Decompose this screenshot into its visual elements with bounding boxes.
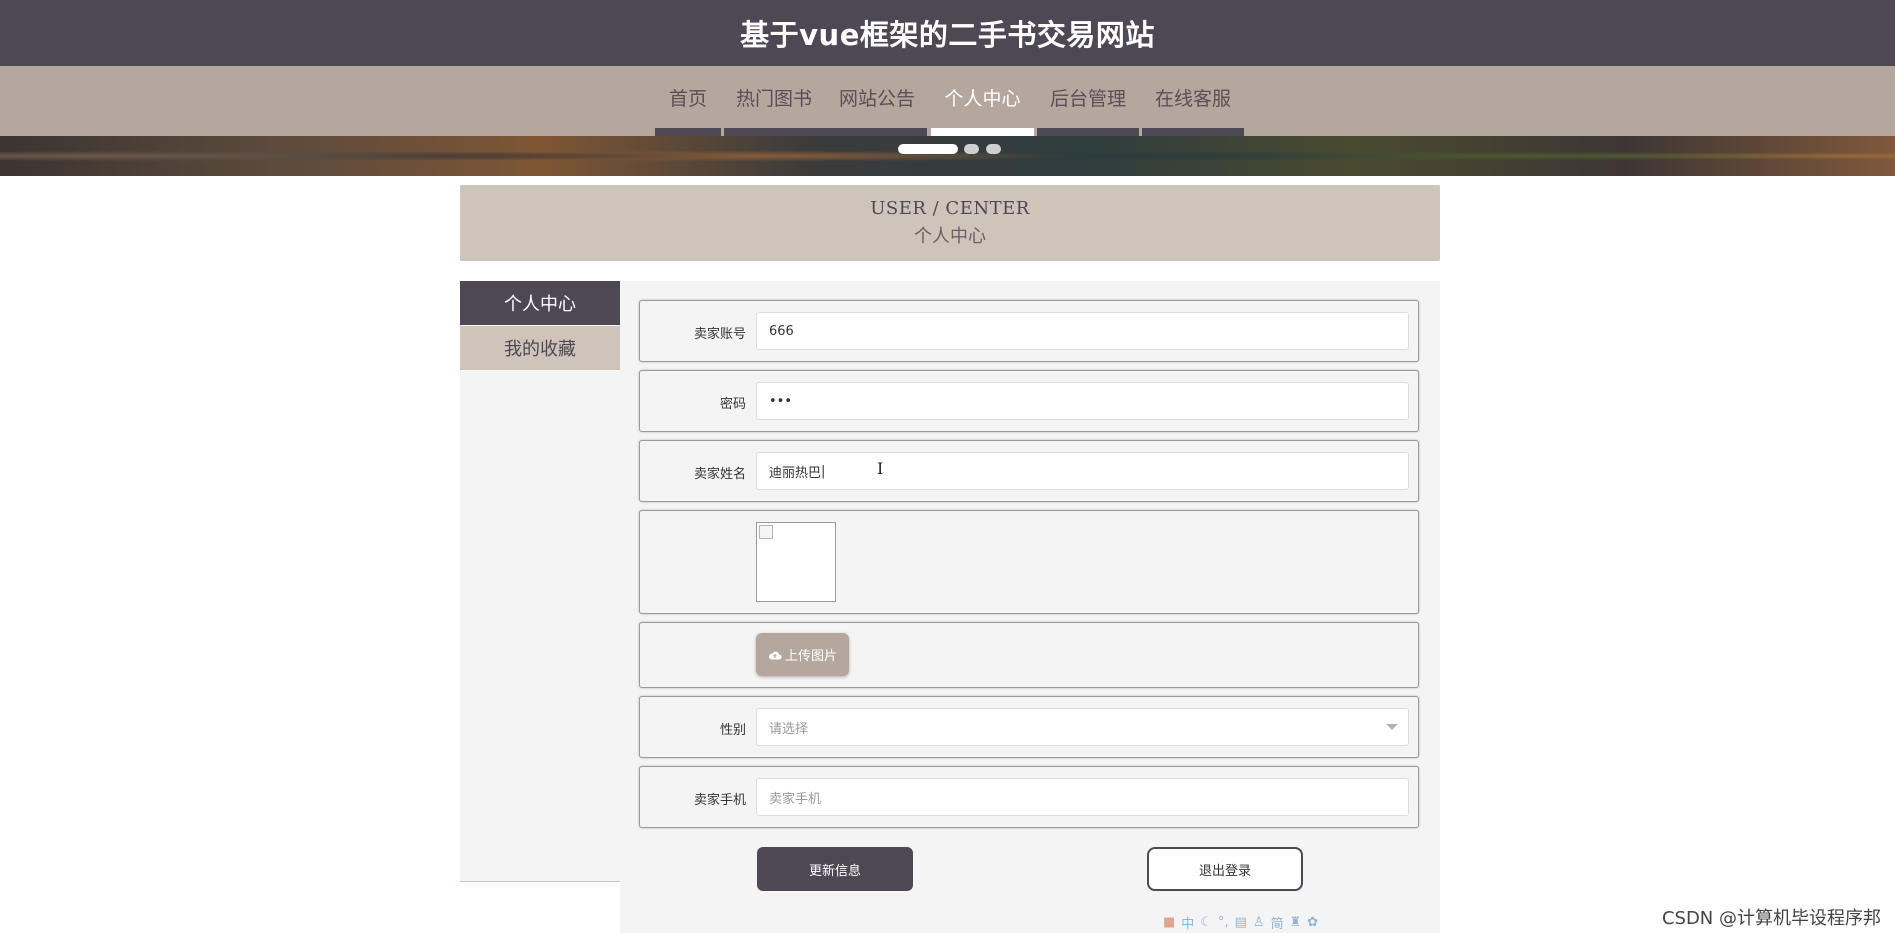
nav-underline xyxy=(724,128,827,136)
nav-underline xyxy=(1142,128,1244,136)
keyboard-icon[interactable]: ▤ xyxy=(1235,915,1247,930)
section-title-cn: 个人中心 xyxy=(914,226,986,247)
password-label: 密码 xyxy=(719,397,746,412)
cloud-upload-icon xyxy=(769,651,782,659)
settings-icon[interactable]: ✿ xyxy=(1307,915,1318,930)
nav-item-label: 首页 xyxy=(668,88,707,110)
account-input[interactable]: 666 xyxy=(756,312,1409,350)
punctuation-icon[interactable]: °, xyxy=(1218,915,1229,930)
user-sidebar: 个人中心 我的收藏 xyxy=(460,281,620,882)
watermark-text: CSDN @计算机毕设程序邦 xyxy=(1661,908,1881,929)
moon-icon[interactable]: ☾ xyxy=(1200,915,1212,930)
nav-item-label: 个人中心 xyxy=(944,88,1021,110)
profile-form: 卖家账号 666 密码 ••• 卖家姓名 迪丽热巴 | I 上传图片 性别 请选择 xyxy=(620,281,1440,933)
ime-logo-icon: ■ xyxy=(1163,914,1176,930)
account-label: 卖家账号 xyxy=(693,327,746,342)
nav-underline xyxy=(931,128,1034,136)
ime-toolbar: ■ 中 ☾ °, ▤ ♙ 简 ♜ ✿ xyxy=(1163,912,1371,932)
nav-item-label: 后台管理 xyxy=(1049,88,1126,110)
form-row-password: 密码 ••• xyxy=(639,370,1419,432)
site-title: 基于vue框架的二手书交易网站 xyxy=(740,18,1155,52)
form-row-account: 卖家账号 666 xyxy=(639,300,1419,362)
main-nav: 首页 热门图书 网站公告 个人中心 后台管理 在线客服 xyxy=(0,66,1895,136)
form-row-upload: 上传图片 xyxy=(639,622,1419,688)
carousel-dot[interactable] xyxy=(898,144,958,154)
broken-image-icon xyxy=(759,525,773,539)
ime-simplified-label[interactable]: 简 xyxy=(1271,913,1284,932)
skin-icon[interactable]: ♜ xyxy=(1290,915,1302,930)
nav-underline xyxy=(1037,128,1139,136)
nav-item-label: 在线客服 xyxy=(1154,88,1231,110)
upload-image-button[interactable]: 上传图片 xyxy=(756,633,849,676)
nav-item-label: 热门图书 xyxy=(735,88,812,110)
name-input-value: 迪丽热巴 xyxy=(769,465,822,481)
sidebar-item-favorites[interactable]: 我的收藏 xyxy=(460,326,620,370)
carousel-indicators xyxy=(0,144,1895,154)
nav-item-admin[interactable]: 后台管理 xyxy=(1037,66,1139,136)
text-caret: | xyxy=(821,463,826,479)
password-input[interactable]: ••• xyxy=(756,382,1409,420)
carousel-dot[interactable] xyxy=(964,144,979,154)
gender-label: 性别 xyxy=(719,723,746,738)
nav-item-user-center[interactable]: 个人中心 xyxy=(931,66,1034,136)
sidebar-item-user-center[interactable]: 个人中心 xyxy=(460,281,620,325)
chevron-down-icon xyxy=(1386,724,1398,730)
user-icon[interactable]: ♙ xyxy=(1253,915,1265,930)
name-label: 卖家姓名 xyxy=(693,467,746,482)
nav-item-hot-books[interactable]: 热门图书 xyxy=(724,66,827,136)
form-row-image xyxy=(639,510,1419,614)
nav-underline xyxy=(827,128,927,136)
nav-underline xyxy=(655,128,721,136)
carousel-dot[interactable] xyxy=(986,144,1001,154)
nav-item-online-service[interactable]: 在线客服 xyxy=(1142,66,1244,136)
form-row-phone: 卖家手机 卖家手机 xyxy=(639,766,1419,828)
logout-button[interactable]: 退出登录 xyxy=(1147,847,1303,891)
phone-input[interactable]: 卖家手机 xyxy=(756,778,1409,816)
name-input[interactable]: 迪丽热巴 | xyxy=(756,452,1409,490)
nav-item-label: 网站公告 xyxy=(838,88,915,110)
ime-mode-label[interactable]: 中 xyxy=(1181,913,1194,932)
update-info-button[interactable]: 更新信息 xyxy=(757,847,913,891)
gender-select[interactable]: 请选择 xyxy=(756,708,1409,746)
site-header: 基于vue框架的二手书交易网站 xyxy=(0,0,1895,66)
section-header: USER / CENTER 个人中心 xyxy=(460,185,1440,261)
section-title-en: USER / CENTER xyxy=(870,198,1030,219)
nav-item-home[interactable]: 首页 xyxy=(655,66,721,136)
nav-item-announcements[interactable]: 网站公告 xyxy=(827,66,927,136)
gender-select-placeholder: 请选择 xyxy=(769,721,809,737)
phone-label: 卖家手机 xyxy=(693,793,746,808)
form-row-name: 卖家姓名 迪丽热巴 | I xyxy=(639,440,1419,502)
text-cursor-icon: I xyxy=(877,459,884,478)
banner-carousel xyxy=(0,136,1895,176)
upload-button-label: 上传图片 xyxy=(784,649,837,664)
form-row-gender: 性别 请选择 xyxy=(639,696,1419,758)
avatar-image xyxy=(756,522,836,602)
